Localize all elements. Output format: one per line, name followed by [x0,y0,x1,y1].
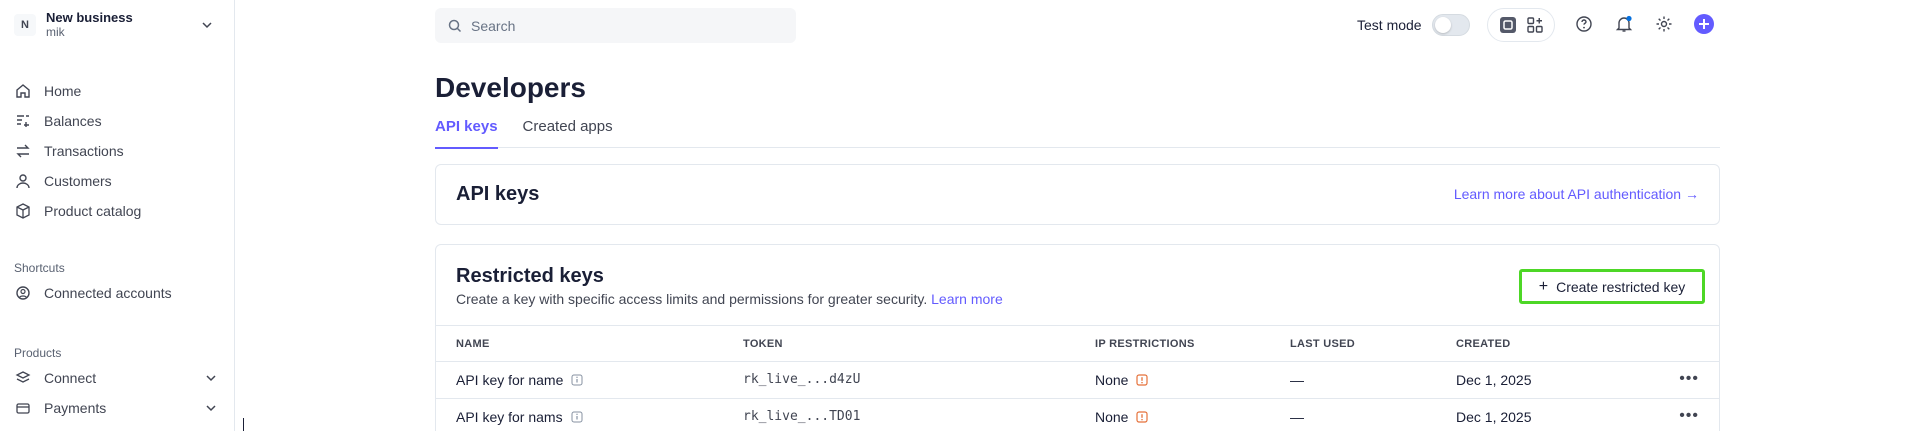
nav-item-home[interactable]: Home [14,76,224,106]
key-name-text: API key for nams [456,409,563,425]
section-label-shortcuts: Shortcuts [14,261,65,275]
text-cursor [243,418,244,431]
sidebar: N New business mik Home Balances Transac… [0,0,235,431]
create-restricted-key-button[interactable]: + Create restricted key [1519,269,1705,304]
business-switcher[interactable]: N New business mik [14,10,214,40]
more-actions-icon[interactable]: ••• [1679,370,1699,388]
nav-label: Payments [44,400,107,416]
create-plus-icon[interactable] [1693,13,1715,35]
column-header: TOKEN [743,338,783,350]
key-name-text: API key for name [456,372,564,388]
column-header: NAME [456,338,490,350]
test-mode-label: Test mode [1357,17,1422,33]
apps-icon[interactable] [1526,16,1544,34]
learn-more-link[interactable]: Learn more [931,291,1003,307]
restricted-keys-title: Restricted keys [456,265,604,287]
info-icon [571,411,583,423]
product-icon [14,202,32,220]
app-group [1487,8,1555,42]
warning-icon [1136,411,1149,423]
nav-label: Transactions [44,143,124,159]
payments-icon [14,399,32,417]
search-input[interactable] [471,17,771,34]
key-name: API key for nams [456,409,583,425]
restricted-keys-card: Restricted keys Create a key with specif… [435,244,1720,431]
transactions-icon [14,142,32,160]
column-header: CREATED [1456,338,1511,350]
nav-label: Product catalog [44,203,142,219]
tab-api-keys[interactable]: API keys [435,118,498,149]
ip-restrictions-text: None [1095,409,1129,425]
gear-icon[interactable] [1653,13,1675,35]
ip-restrictions: None [1095,409,1149,425]
search-bar[interactable] [435,8,796,43]
chevron-down-icon [202,22,212,29]
connected-icon [14,284,32,302]
balances-icon [14,112,32,130]
tab-created-apps[interactable]: Created apps [523,118,613,148]
column-header: IP RESTRICTIONS [1095,338,1195,350]
nav-item-connect[interactable]: Connect [14,363,224,393]
tabs: API keys Created apps [435,118,1720,149]
business-user: mik [46,25,65,39]
api-keys-card: API keys Learn more about API authentica… [435,164,1720,225]
create-button-label: Create restricted key [1556,278,1686,295]
nav-label: Connected accounts [44,285,172,301]
chevron-down-icon [206,405,216,412]
created-date: Dec 1, 2025 [1456,372,1532,388]
products-section: Products Connect Payments [14,343,224,423]
nav-label: Connect [44,370,97,386]
notification-bell-icon[interactable] [1613,13,1635,35]
created-date: Dec 1, 2025 [1456,409,1532,425]
description-text: Create a key with specific access limits… [456,291,928,307]
api-keys-title: API keys [456,183,540,205]
more-actions-icon[interactable]: ••• [1679,407,1699,425]
nav-item-transactions[interactable]: Transactions [14,136,224,166]
connect-icon [14,369,32,387]
search-icon [448,19,462,32]
toggle-knob [1434,17,1451,33]
shortcuts-section: Shortcuts Connected accounts [14,258,224,308]
ip-restrictions: None [1095,372,1149,388]
page-title: Developers [435,72,586,103]
last-used: — [1290,409,1304,425]
nav-label: Balances [44,113,102,129]
business-avatar: N [14,14,36,36]
chevron-down-icon [206,375,216,382]
nav-item-customers[interactable]: Customers [14,166,224,196]
table-row[interactable]: API key for name rk_live_...d4zU None — … [436,362,1719,399]
key-token: rk_live_...TD01 [743,409,861,424]
nav-label: Home [44,83,82,99]
main-nav: Home Balances Transactions Customers Pro… [14,76,224,226]
plus-icon: + [1538,277,1549,295]
nav-item-product-catalog[interactable]: Product catalog [14,196,224,226]
ip-restrictions-text: None [1095,372,1129,388]
help-icon[interactable] [1573,13,1595,35]
home-icon [14,82,32,100]
table-header: NAME TOKEN IP RESTRICTIONS LAST USED CRE… [436,325,1719,362]
customer-icon [14,172,32,190]
nav-label: Customers [44,173,112,189]
last-used: — [1290,372,1304,388]
nav-item-payments[interactable]: Payments [14,393,224,423]
key-name: API key for name [456,372,583,388]
test-mode-toggle[interactable] [1431,14,1470,36]
learn-more-api-auth-link[interactable]: Learn more about API authentication → [1454,186,1699,202]
test-mode: Test mode [1357,14,1470,36]
business-name: New business [46,10,133,25]
nav-item-connected-accounts[interactable]: Connected accounts [14,278,224,308]
app-square-icon[interactable] [1499,16,1517,34]
column-header: LAST USED [1290,338,1356,350]
section-label-products: Products [14,346,62,360]
nav-item-balances[interactable]: Balances [14,106,224,136]
restricted-keys-description: Create a key with specific access limits… [456,291,1003,307]
info-icon [571,374,583,386]
warning-icon [1136,374,1149,386]
key-token: rk_live_...d4zU [743,372,861,387]
table-row[interactable]: API key for nams rk_live_...TD01 None — … [436,399,1719,431]
